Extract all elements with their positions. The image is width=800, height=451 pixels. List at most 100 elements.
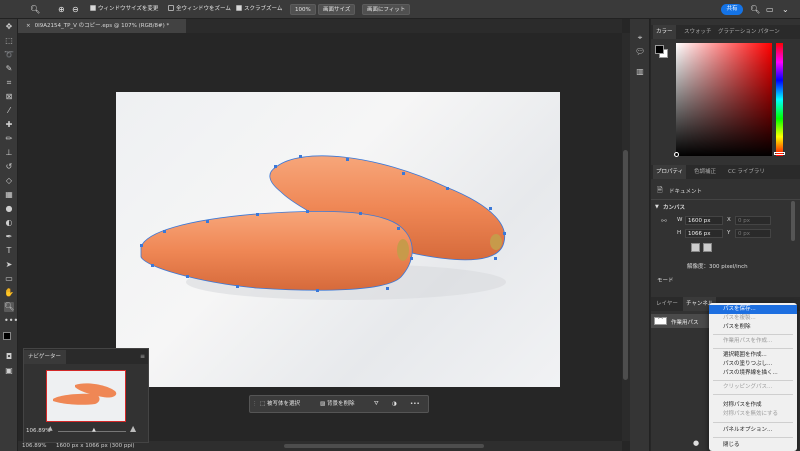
x-field[interactable]: 0 px [735, 216, 771, 225]
menu-item-panel-options[interactable]: パネルオプション... [709, 426, 797, 435]
tab-patterns[interactable]: パターン [755, 25, 783, 39]
menu-item-make-symmetry-path[interactable]: 対称パスを作成 [709, 401, 797, 410]
zoom-100-button[interactable]: 100% [290, 4, 316, 15]
drag-handle-icon[interactable]: ⋮ [252, 399, 258, 410]
width-field[interactable]: 1600 px [685, 216, 723, 225]
resize-windows-checkbox[interactable]: ウィンドウサイズを変更 [90, 4, 158, 15]
navigator-zoom-value[interactable]: 106.89% [26, 428, 50, 434]
checkbox-icon [90, 5, 96, 11]
more-tools-icon[interactable]: ••• [4, 316, 18, 326]
zoom-in-icon[interactable]: ⊕ [58, 4, 65, 15]
eraser-tool-icon[interactable]: ◇ [4, 176, 14, 186]
panel-icon-strip: ⌖ 💬︎ ▥ [630, 19, 650, 451]
move-tool-icon[interactable]: ✥ [4, 22, 14, 32]
lasso-tool-icon[interactable]: ➰ [4, 50, 14, 60]
quick-mask-icon[interactable]: ◘ [4, 352, 14, 362]
history-brush-tool-icon[interactable]: ↺ [4, 162, 14, 172]
workspace-icon[interactable]: ▭ [766, 4, 774, 15]
share-button[interactable]: 共有 [721, 4, 743, 15]
select-subject-button[interactable]: ⬚ 被写体を選択 [260, 399, 300, 410]
screen-mode-icon[interactable]: ▣ [4, 366, 14, 376]
menu-item-clipping-path[interactable]: クリッピングパス... [709, 383, 797, 392]
comments-panel-icon[interactable]: 💬︎ [635, 47, 645, 57]
brush-tool-icon[interactable]: ✏ [4, 134, 14, 144]
small-mountain-icon[interactable]: ▲ [48, 425, 53, 432]
hue-slider-thumb[interactable] [774, 152, 785, 155]
color-picker-field[interactable] [676, 43, 772, 156]
healing-brush-tool-icon[interactable]: ✚ [4, 120, 14, 130]
menu-item-stroke-path[interactable]: パスの境界線を描く... [709, 369, 797, 378]
tab-swatches[interactable]: スウォッチ [681, 25, 715, 39]
work-path-row[interactable]: ⌒ 作業用パス [651, 314, 711, 328]
large-mountain-icon[interactable]: ▲ [130, 424, 136, 433]
menu-item-fill-path[interactable]: パスの塗りつぶし... [709, 360, 797, 369]
menu-item-make-selection[interactable]: 選択範囲を作成... [709, 351, 797, 360]
properties-panel-tabs: プロパティ 色調補正 CC ライブラリ [651, 165, 800, 179]
eyedropper-tool-icon[interactable]: ⁄ [4, 106, 14, 116]
tab-gradients[interactable]: グラデーション [715, 25, 759, 39]
pen-tool-icon[interactable]: ✒ [4, 232, 14, 242]
workspace-menu-icon[interactable]: ⌄ [782, 4, 789, 15]
dodge-tool-icon[interactable]: ◐ [4, 218, 14, 228]
document-tab[interactable]: × 0I9A2154_TP_V のコピー.eps @ 107% (RGB/8#) … [18, 19, 186, 33]
path-icon[interactable]: ⛛ [374, 399, 379, 410]
fill-screen-button[interactable]: 画面にフィット [362, 4, 411, 15]
tab-cc-libraries[interactable]: CC ライブラリ [725, 165, 768, 179]
type-tool-icon[interactable]: T [4, 246, 14, 256]
fit-screen-button[interactable]: 画面サイズ [318, 4, 356, 15]
zoom-tool-icon[interactable]: 🔍︎ [30, 4, 40, 15]
color-picker-marker[interactable] [674, 152, 679, 157]
document-image[interactable] [116, 92, 560, 387]
shape-tool-icon[interactable]: ▭ [4, 274, 14, 284]
zoom-all-checkbox[interactable]: 全ウィンドウをズーム [168, 4, 231, 15]
vertical-scroll-thumb[interactable] [623, 150, 628, 380]
link-icon[interactable]: ⚯ [661, 217, 667, 225]
clone-stamp-tool-icon[interactable]: ⊥ [4, 148, 14, 158]
horizontal-scroll-thumb[interactable] [284, 444, 484, 448]
tab-close-icon[interactable]: × [26, 23, 31, 29]
frame-tool-icon[interactable]: ⊠ [4, 92, 14, 102]
tab-color[interactable]: カラー [653, 25, 676, 39]
libraries-panel-icon[interactable]: ▥ [635, 67, 645, 77]
properties-scroll-thumb[interactable] [791, 201, 795, 241]
menu-item-delete-path[interactable]: パスを削除 [709, 323, 797, 332]
radio-icon[interactable]: ● [693, 439, 699, 447]
hand-tool-icon[interactable]: ✋ [4, 288, 14, 298]
y-label: Y [727, 230, 731, 236]
crop-tool-icon[interactable]: ⌗ [4, 78, 14, 88]
hue-slider[interactable] [776, 43, 783, 156]
tab-layers[interactable]: レイヤー [653, 297, 681, 311]
history-panel-icon[interactable]: ⌖ [635, 33, 645, 43]
tools-panel: ✥ ⬚ ➰ ✎ ⌗ ⊠ ⁄ ✚ ✏ ⊥ ↺ ◇ ▦ ● ◐ ✒ T ➤ ▭ ✋ … [0, 19, 18, 451]
slider-thumb[interactable]: ▲ [92, 427, 96, 433]
navigator-preview[interactable] [46, 370, 126, 422]
search-icon[interactable]: 🔍︎ [750, 4, 760, 15]
zoom-tool-icon[interactable]: 🔍︎ [4, 302, 14, 312]
adjustment-icon[interactable]: ◑ [392, 399, 397, 410]
marquee-tool-icon[interactable]: ⬚ [4, 36, 14, 46]
panel-menu-icon[interactable]: ≡ [140, 353, 145, 360]
foreground-color-chip[interactable] [655, 45, 664, 54]
blur-tool-icon[interactable]: ● [4, 204, 14, 214]
menu-item-duplicate-path[interactable]: パスを複製... [709, 314, 797, 323]
tab-properties[interactable]: プロパティ [653, 165, 687, 179]
navigator-tab[interactable]: ナビゲーター [24, 350, 66, 364]
path-selection-tool-icon[interactable]: ➤ [4, 260, 14, 270]
gradient-tool-icon[interactable]: ▦ [4, 190, 14, 200]
foreground-color-swatch[interactable] [3, 332, 11, 340]
quick-select-tool-icon[interactable]: ✎ [4, 64, 14, 74]
tab-adjustments[interactable]: 色調補正 [691, 165, 719, 179]
portrait-icon[interactable] [691, 243, 700, 252]
menu-item-disable-symmetry-path[interactable]: 対称パスを無効にする [709, 410, 797, 419]
height-field[interactable]: 1066 px [685, 229, 723, 238]
scrubby-zoom-checkbox[interactable]: スクラブズーム [236, 4, 282, 15]
chevron-down-icon[interactable]: ▼ [655, 204, 659, 210]
remove-background-button[interactable]: ▨ 背景を削除 [320, 399, 354, 410]
landscape-icon[interactable] [703, 243, 712, 252]
zoom-out-icon[interactable]: ⊖ [72, 4, 79, 15]
more-options-button[interactable]: ••• [410, 399, 420, 410]
menu-item-close[interactable]: 閉じる [709, 441, 797, 450]
y-field[interactable]: 0 px [735, 229, 771, 238]
menu-item-save-path[interactable]: パスを保存... [709, 305, 797, 314]
menu-item-make-work-path[interactable]: 作業用パスを作成... [709, 337, 797, 346]
